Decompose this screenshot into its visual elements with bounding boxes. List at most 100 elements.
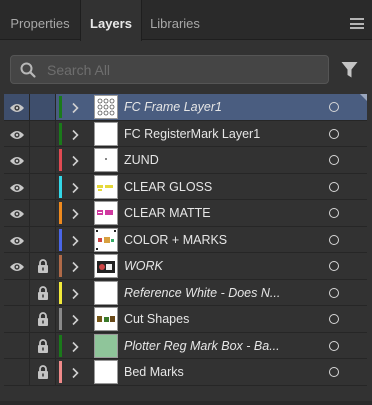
layer-row[interactable]: Bed Marks — [4, 359, 367, 386]
chevron-right-icon[interactable] — [71, 207, 79, 220]
chevron-right-icon[interactable] — [71, 340, 79, 352]
target-circle-icon[interactable] — [329, 261, 339, 271]
target-circle-icon[interactable] — [329, 367, 339, 377]
layer-color-swatch — [59, 96, 62, 118]
target-circle-icon[interactable] — [329, 340, 339, 351]
visibility-toggle[interactable] — [4, 279, 30, 305]
layer-color-swatch — [59, 122, 62, 145]
layer-name[interactable]: Plotter Reg Mark Box - Ba... — [124, 333, 280, 359]
lock-icon — [37, 259, 49, 273]
eye-icon — [9, 207, 25, 219]
layer-thumbnail — [94, 254, 118, 278]
visibility-toggle[interactable] — [4, 147, 30, 173]
layer-row[interactable]: Cut Shapes — [4, 306, 367, 333]
eye-icon — [9, 101, 25, 113]
chevron-right-icon[interactable] — [71, 234, 79, 246]
tab-layers[interactable]: Layers — [80, 0, 142, 41]
layer-color-swatch — [59, 361, 62, 383]
layer-row[interactable]: FC Frame Layer1 — [4, 94, 367, 121]
lock-icon — [37, 312, 49, 326]
layer-row[interactable]: FC RegisterMark Layer1 — [4, 120, 367, 147]
layer-name[interactable]: CLEAR MATTE — [124, 200, 211, 226]
layer-color-swatch — [59, 175, 62, 198]
lock-icon — [37, 365, 49, 379]
lock-toggle[interactable] — [30, 120, 56, 146]
chevron-right-icon[interactable] — [71, 154, 79, 167]
target-circle-icon[interactable] — [329, 208, 339, 218]
lock-icon — [37, 285, 49, 300]
eye-icon — [9, 181, 25, 193]
layer-row[interactable]: COLOR + MARKS — [4, 226, 367, 253]
lock-toggle[interactable] — [30, 226, 56, 252]
chevron-right-icon[interactable] — [71, 181, 79, 193]
layer-thumbnail — [94, 121, 118, 146]
target-circle-icon[interactable] — [329, 128, 339, 139]
layer-name[interactable]: Cut Shapes — [124, 306, 189, 332]
layer-row[interactable]: CLEAR MATTE — [4, 200, 367, 227]
lock-toggle[interactable] — [30, 147, 56, 173]
chevron-right-icon[interactable] — [71, 101, 79, 114]
layer-thumbnail — [94, 148, 118, 172]
layer-name[interactable]: CLEAR GLOSS — [124, 174, 212, 200]
chevron-right-icon[interactable] — [71, 260, 79, 273]
target-circle-icon[interactable] — [329, 181, 339, 192]
layer-color-swatch — [59, 334, 62, 357]
visibility-toggle[interactable] — [4, 200, 30, 226]
layer-thumbnail — [94, 201, 118, 225]
visibility-toggle[interactable] — [4, 253, 30, 279]
visibility-toggle[interactable] — [4, 226, 30, 252]
lock-toggle[interactable] — [30, 359, 56, 385]
lock-toggle[interactable] — [30, 279, 56, 305]
layer-color-swatch — [59, 281, 62, 304]
layer-color-swatch — [59, 149, 62, 171]
chevron-right-icon[interactable] — [71, 287, 79, 299]
layer-row[interactable]: WORK — [4, 253, 367, 280]
lock-toggle[interactable] — [30, 173, 56, 199]
layer-row[interactable]: ZUND — [4, 147, 367, 174]
chevron-right-icon[interactable] — [71, 313, 79, 326]
visibility-toggle[interactable] — [4, 94, 30, 120]
target-circle-icon[interactable] — [329, 102, 339, 112]
chevron-right-icon[interactable] — [71, 366, 79, 379]
search-box — [10, 55, 329, 84]
layer-color-swatch — [59, 202, 62, 224]
panel-footer — [0, 401, 372, 405]
chevron-right-icon[interactable] — [71, 128, 79, 140]
lock-toggle[interactable] — [30, 306, 56, 332]
panel-tab-bar: Properties Layers Libraries — [0, 0, 372, 41]
target-circle-icon[interactable] — [329, 155, 339, 165]
layer-thumbnail — [94, 227, 118, 252]
layer-thumbnail — [94, 95, 118, 119]
layer-name[interactable]: FC RegisterMark Layer1 — [124, 121, 260, 147]
search-input[interactable] — [47, 59, 317, 81]
eye-icon — [9, 260, 25, 272]
layer-thumbnail — [94, 360, 118, 384]
layer-row[interactable]: CLEAR GLOSS — [4, 173, 367, 200]
layer-name[interactable]: Reference White - Does N... — [124, 280, 280, 306]
target-circle-icon[interactable] — [329, 314, 339, 324]
eye-icon — [9, 154, 25, 166]
target-circle-icon[interactable] — [329, 234, 339, 245]
visibility-toggle[interactable] — [4, 173, 30, 199]
layer-row[interactable]: Plotter Reg Mark Box - Ba... — [4, 332, 367, 359]
filter-icon[interactable] — [341, 61, 358, 79]
visibility-toggle[interactable] — [4, 332, 30, 358]
layer-name[interactable]: ZUND — [124, 147, 159, 173]
layer-name[interactable]: COLOR + MARKS — [124, 227, 227, 253]
layer-name[interactable]: Bed Marks — [124, 359, 184, 385]
lock-toggle[interactable] — [30, 332, 56, 358]
layer-name[interactable]: WORK — [124, 253, 163, 279]
layer-row[interactable]: Reference White - Does N... — [4, 279, 367, 306]
lock-toggle[interactable] — [30, 94, 56, 120]
visibility-toggle[interactable] — [4, 120, 30, 146]
visibility-toggle[interactable] — [4, 306, 30, 332]
tab-libraries[interactable]: Libraries — [142, 0, 208, 40]
tab-properties[interactable]: Properties — [0, 0, 80, 40]
visibility-toggle[interactable] — [4, 359, 30, 385]
panel-menu-icon[interactable] — [350, 18, 364, 29]
target-circle-icon[interactable] — [329, 287, 339, 298]
layer-name[interactable]: FC Frame Layer1 — [124, 94, 222, 120]
lock-toggle[interactable] — [30, 253, 56, 279]
layers-list: FC Frame Layer1 FC RegisterMark Layer1 ZUN… — [4, 94, 367, 386]
lock-toggle[interactable] — [30, 200, 56, 226]
